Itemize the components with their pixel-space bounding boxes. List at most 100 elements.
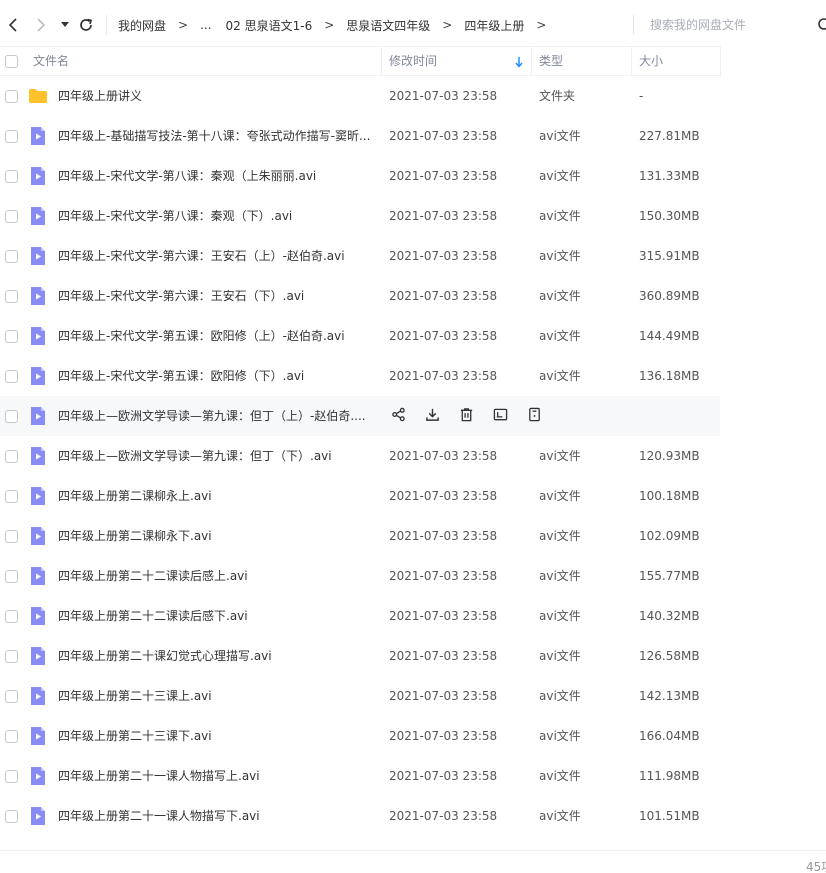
file-row[interactable]: 四年级上册第二十三课上.avi 2021-07-03 23:58 avi文件 142.… — [0, 676, 720, 716]
breadcrumb-item-collapsed[interactable]: ... — [200, 18, 211, 32]
file-name[interactable]: 四年级上-基础描写技法-第十八课：夸张式动作描写-窦昕... — [58, 116, 376, 156]
file-name[interactable]: 四年级上-宋代文学-第八课：秦观（上朱丽丽.avi — [58, 156, 376, 196]
video-file-icon — [28, 566, 48, 586]
forward-button[interactable] — [31, 15, 51, 35]
back-button[interactable] — [3, 15, 23, 35]
download-button[interactable] — [422, 406, 442, 426]
file-row[interactable]: 四年级上册讲义 2021-07-03 23:58 文件夹 - — [0, 76, 720, 116]
file-row[interactable]: 四年级上-宋代文学-第八课：秦观（下）.avi 2021-07-03 23:58 a… — [0, 196, 720, 236]
row-checkbox[interactable] — [5, 210, 18, 223]
file-name[interactable]: 四年级上册第二课柳永上.avi — [58, 476, 376, 516]
breadcrumb-item-level1[interactable]: 02 思泉语文1-6 — [226, 17, 313, 34]
row-checkbox[interactable] — [5, 610, 18, 623]
file-name[interactable]: 四年级上-宋代文学-第六课：王安石（上）-赵伯奇.avi — [58, 236, 376, 276]
modified-time: 2021-07-03 23:58 — [389, 649, 498, 663]
file-name[interactable]: 四年级上-宋代文学-第六课：王安石（下）.avi — [58, 276, 376, 316]
file-row[interactable]: 四年级上册第二十二课读后感上.avi 2021-07-03 23:58 avi文件 1… — [0, 556, 720, 596]
row-checkbox[interactable] — [5, 650, 18, 663]
breadcrumb-item-current[interactable]: 四年级上册 — [464, 17, 524, 34]
refresh-icon — [80, 18, 93, 31]
more-button[interactable] — [524, 406, 544, 426]
file-name[interactable]: 四年级上-宋代文学-第五课：欧阳修（上）-赵伯奇.avi — [58, 316, 376, 356]
row-checkbox[interactable] — [5, 250, 18, 263]
file-name[interactable]: 四年级上册第二十二课读后感下.avi — [58, 596, 376, 636]
divider — [633, 15, 634, 35]
row-checkbox[interactable] — [5, 410, 18, 423]
file-name[interactable]: 四年级上—欧洲文学导读—第九课：但丁（上）-赵伯奇.... — [58, 396, 376, 436]
file-row[interactable]: 四年级上-宋代文学-第六课：王安石（下）.avi 2021-07-03 23:58… — [0, 276, 720, 316]
file-row[interactable]: 四年级上-宋代文学-第六课：王安石（上）-赵伯奇.avi 2021-07-03 2… — [0, 236, 720, 276]
file-row[interactable]: 四年级上-宋代文学-第八课：秦观（上朱丽丽.avi 2021-07-03 23:5… — [0, 156, 720, 196]
file-type: avi文件 — [539, 369, 581, 383]
modified-time: 2021-07-03 23:58 — [389, 329, 498, 343]
file-name[interactable]: 四年级上-宋代文学-第五课：欧阳修（下）.avi — [58, 356, 376, 396]
file-row[interactable]: 四年级上册第二十一课人物描写下.avi 2021-07-03 23:58 avi文件… — [0, 796, 720, 836]
row-checkbox[interactable] — [5, 730, 18, 743]
row-checkbox[interactable] — [5, 810, 18, 823]
video-file-icon — [28, 286, 48, 306]
file-row[interactable]: 四年级上—欧洲文学导读—第九课：但丁（下）.avi 2021-07-03 23:5… — [0, 436, 720, 476]
file-row[interactable]: 四年级上册第二十二课读后感下.avi 2021-07-03 23:58 avi文件 1… — [0, 596, 720, 636]
column-header-size[interactable]: 大小 — [639, 47, 663, 76]
delete-button[interactable] — [456, 406, 476, 426]
modified-time: 2021-07-03 23:58 — [389, 569, 498, 583]
row-checkbox[interactable] — [5, 130, 18, 143]
row-checkbox[interactable] — [5, 170, 18, 183]
file-row[interactable]: 四年级上册第二十一课人物描写上.avi 2021-07-03 23:58 avi文件… — [0, 756, 720, 796]
search-input[interactable] — [650, 16, 826, 34]
file-size: 111.98MB — [639, 769, 700, 783]
refresh-button[interactable] — [76, 15, 96, 35]
file-type: avi文件 — [539, 809, 581, 823]
search-icon[interactable] — [817, 17, 826, 33]
row-checkbox[interactable] — [5, 450, 18, 463]
file-row[interactable]: 四年级上册第二课柳永下.avi 2021-07-03 23:58 avi文件 102.… — [0, 516, 720, 556]
file-name[interactable]: 四年级上-宋代文学-第八课：秦观（下）.avi — [58, 196, 376, 236]
file-name[interactable]: 四年级上册第二课柳永下.avi — [58, 516, 376, 556]
sort-descending-icon[interactable] — [514, 56, 524, 68]
file-row[interactable]: 四年级上-宋代文学-第五课：欧阳修（上）-赵伯奇.avi 2021-07-03 2… — [0, 316, 720, 356]
row-checkbox[interactable] — [5, 570, 18, 583]
file-row[interactable]: 四年级上—欧洲文学导读—第九课：但丁（上）-赵伯奇.... — [0, 396, 720, 436]
row-checkbox[interactable] — [5, 290, 18, 303]
history-dropdown-button[interactable] — [57, 15, 73, 35]
row-checkbox[interactable] — [5, 530, 18, 543]
row-checkbox[interactable] — [5, 370, 18, 383]
file-row[interactable]: 四年级上-基础描写技法-第十八课：夸张式动作描写-窦昕... 2021-07-03… — [0, 116, 720, 156]
breadcrumb-item-home[interactable]: 我的网盘 — [118, 17, 166, 34]
file-list-header: 文件名 修改时间 类型 大小 — [0, 46, 721, 76]
column-header-type[interactable]: 类型 — [539, 47, 563, 76]
file-name[interactable]: 四年级上册第二十二课读后感上.avi — [58, 556, 376, 596]
file-row[interactable]: 四年级上册第二课柳永上.avi 2021-07-03 23:58 avi文件 100.… — [0, 476, 720, 516]
file-row[interactable]: 四年级上册第二十课幻觉式心理描写.avi 2021-07-03 23:58 avi文… — [0, 636, 720, 676]
file-name[interactable]: 四年级上册第二十课幻觉式心理描写.avi — [58, 636, 376, 676]
file-name[interactable]: 四年级上册第二十一课人物描写下.avi — [58, 796, 376, 836]
file-type: avi文件 — [539, 289, 581, 303]
video-file-icon — [28, 646, 48, 666]
file-row[interactable]: 四年级上-宋代文学-第五课：欧阳修（下）.avi 2021-07-03 23:58… — [0, 356, 720, 396]
file-type: 文件夹 — [539, 89, 576, 103]
column-header-name[interactable]: 文件名 — [33, 47, 69, 76]
file-name[interactable]: 四年级上册第二十三课下.avi — [58, 716, 376, 756]
file-name[interactable]: 四年级上册第二十一课人物描写上.avi — [58, 756, 376, 796]
file-type: avi文件 — [539, 169, 581, 183]
file-name[interactable]: 四年级上册第二十三课上.avi — [58, 676, 376, 716]
row-checkbox[interactable] — [5, 490, 18, 503]
rename-button[interactable] — [490, 406, 510, 426]
select-all-checkbox[interactable] — [5, 55, 18, 68]
modified-time: 2021-07-03 23:58 — [389, 169, 498, 183]
modified-time: 2021-07-03 23:58 — [389, 129, 498, 143]
file-type: avi文件 — [539, 329, 581, 343]
breadcrumb-item-level2[interactable]: 思泉语文四年级 — [346, 17, 430, 34]
row-checkbox[interactable] — [5, 690, 18, 703]
file-name[interactable]: 四年级上—欧洲文学导读—第九课：但丁（下）.avi — [58, 436, 376, 476]
row-checkbox[interactable] — [5, 330, 18, 343]
row-checkbox[interactable] — [5, 770, 18, 783]
row-checkbox[interactable] — [5, 90, 18, 103]
share-button[interactable] — [388, 406, 408, 426]
file-size: 227.81MB — [639, 129, 700, 143]
file-row[interactable]: 四年级上册第二十三课下.avi 2021-07-03 23:58 avi文件 166.… — [0, 716, 720, 756]
chevron-right-icon — [37, 18, 46, 32]
column-header-mtime[interactable]: 修改时间 — [389, 47, 437, 76]
file-name[interactable]: 四年级上册讲义 — [58, 76, 376, 116]
modified-time: 2021-07-03 23:58 — [389, 249, 498, 263]
